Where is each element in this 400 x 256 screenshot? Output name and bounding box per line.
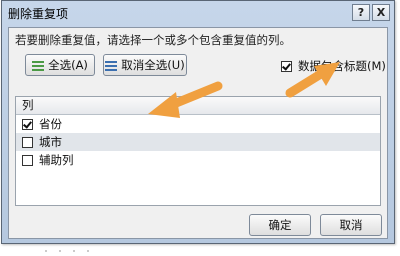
annotation-arrow-icon <box>285 62 340 98</box>
cropped-dots <box>45 250 89 252</box>
annotation-arrows <box>148 62 340 118</box>
annotation-arrow-icon <box>148 81 223 118</box>
